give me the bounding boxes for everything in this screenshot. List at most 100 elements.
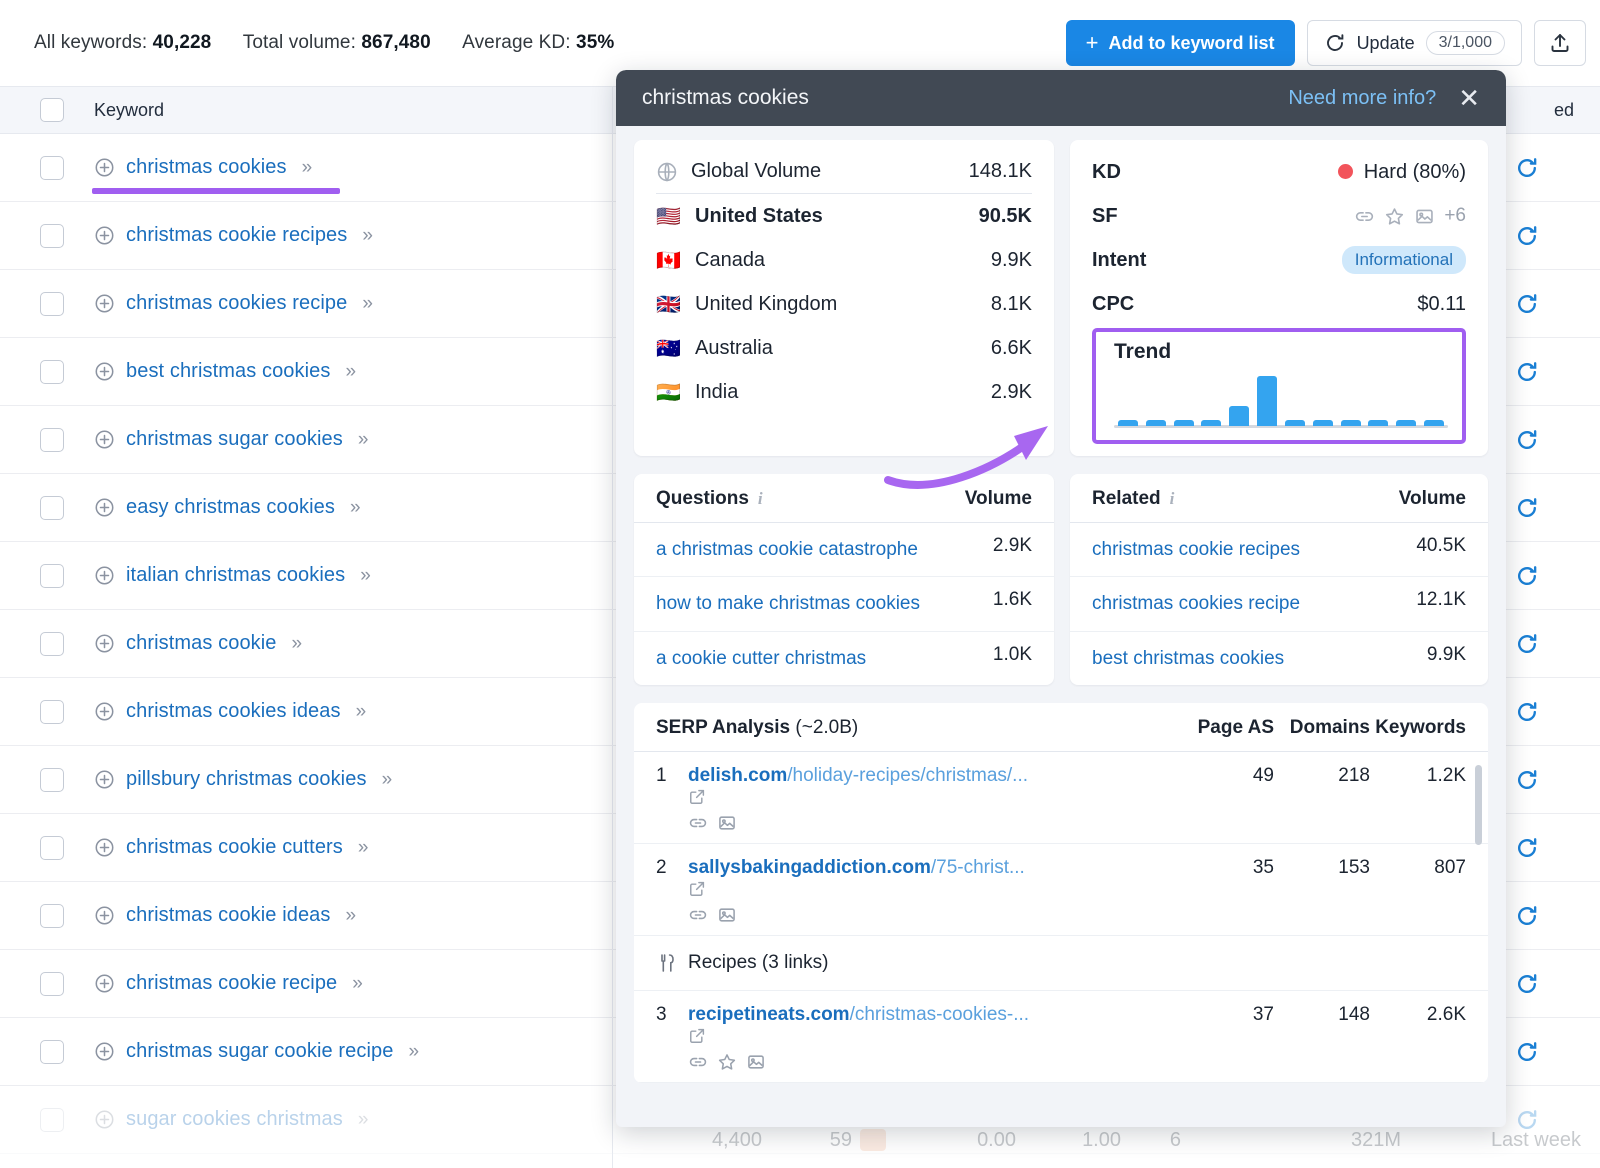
column-header-keyword[interactable]: Keyword bbox=[94, 100, 164, 121]
image-icon[interactable] bbox=[717, 905, 737, 925]
link-icon[interactable] bbox=[688, 813, 708, 833]
keyword-link[interactable]: christmas cookie recipe bbox=[126, 972, 337, 995]
list-item[interactable]: christmas cookies recipe 12.1K bbox=[1070, 577, 1488, 632]
row-refresh-icon[interactable] bbox=[1514, 835, 1540, 861]
expand-chevron-icon[interactable]: » bbox=[382, 769, 392, 791]
add-to-keyword-list-button[interactable]: + Add to keyword list bbox=[1065, 20, 1295, 66]
questions-keyword-link[interactable]: a christmas cookie catastrophe bbox=[656, 535, 993, 564]
row-checkbox[interactable] bbox=[40, 495, 64, 520]
related-keyword-link[interactable]: best christmas cookies bbox=[1092, 644, 1427, 673]
link-icon[interactable] bbox=[688, 905, 708, 925]
expand-chevron-icon[interactable]: » bbox=[358, 1109, 368, 1131]
list-item[interactable]: a cookie cutter christmas 1.0K bbox=[634, 632, 1054, 685]
row-checkbox[interactable] bbox=[40, 699, 64, 724]
keyword-link[interactable]: christmas cookie bbox=[126, 632, 277, 655]
row-checkbox[interactable] bbox=[40, 971, 64, 996]
export-button[interactable] bbox=[1534, 20, 1586, 66]
list-item[interactable]: christmas cookie recipes 40.5K bbox=[1070, 523, 1488, 578]
image-icon[interactable] bbox=[717, 813, 737, 833]
questions-keyword-link[interactable]: a cookie cutter christmas bbox=[656, 644, 993, 673]
expand-chevron-icon[interactable]: » bbox=[360, 565, 370, 587]
star-icon[interactable] bbox=[1384, 206, 1405, 227]
row-refresh-icon[interactable] bbox=[1514, 563, 1540, 589]
expand-chevron-icon[interactable]: » bbox=[356, 701, 366, 723]
add-keyword-icon[interactable] bbox=[94, 701, 115, 722]
add-keyword-icon[interactable] bbox=[94, 973, 115, 994]
row-refresh-icon[interactable] bbox=[1514, 903, 1540, 929]
expand-chevron-icon[interactable]: » bbox=[358, 429, 368, 451]
column-header-updated[interactable]: ed bbox=[1554, 100, 1574, 121]
add-keyword-icon[interactable] bbox=[94, 837, 115, 858]
keyword-link[interactable]: italian christmas cookies bbox=[126, 564, 345, 587]
row-refresh-icon[interactable] bbox=[1514, 971, 1540, 997]
add-keyword-icon[interactable] bbox=[94, 1041, 115, 1062]
keyword-link[interactable]: christmas cookie recipes bbox=[126, 224, 347, 247]
serp-result-row[interactable]: 1 delish.com/holiday-recipes/christmas/..… bbox=[634, 752, 1488, 845]
row-checkbox[interactable] bbox=[40, 563, 64, 588]
keyword-link[interactable]: christmas sugar cookies bbox=[126, 428, 343, 451]
keyword-link[interactable]: christmas sugar cookie recipe bbox=[126, 1040, 393, 1063]
row-checkbox[interactable] bbox=[40, 903, 64, 928]
select-all-checkbox[interactable] bbox=[40, 98, 64, 122]
row-checkbox[interactable] bbox=[40, 427, 64, 452]
expand-chevron-icon[interactable]: » bbox=[362, 293, 372, 315]
row-refresh-icon[interactable] bbox=[1514, 767, 1540, 793]
add-keyword-icon[interactable] bbox=[94, 905, 115, 926]
serp-result-row[interactable]: 3 recipetineats.com/christmas-cookies-...… bbox=[634, 991, 1488, 1084]
serp-path[interactable]: /holiday-recipes/christmas/... bbox=[787, 765, 1028, 786]
keyword-link[interactable]: best christmas cookies bbox=[126, 360, 331, 383]
serp-domain[interactable]: sallysbakingaddiction.com bbox=[688, 857, 931, 878]
external-link-icon[interactable] bbox=[688, 787, 1178, 806]
serp-domain[interactable]: delish.com bbox=[688, 765, 787, 786]
row-checkbox[interactable] bbox=[40, 359, 64, 384]
image-icon[interactable] bbox=[746, 1052, 766, 1072]
keyword-link[interactable]: christmas cookies recipe bbox=[126, 292, 347, 315]
add-keyword-icon[interactable] bbox=[94, 157, 115, 178]
list-item[interactable]: best christmas cookies 9.9K bbox=[1070, 632, 1488, 685]
row-refresh-icon[interactable] bbox=[1514, 427, 1540, 453]
row-refresh-icon[interactable] bbox=[1514, 155, 1540, 181]
questions-keyword-link[interactable]: how to make christmas cookies bbox=[656, 589, 993, 618]
serp-path[interactable]: /christmas-cookies-... bbox=[850, 1004, 1029, 1025]
related-keyword-link[interactable]: christmas cookies recipe bbox=[1092, 589, 1416, 618]
keyword-link[interactable]: christmas cookies bbox=[126, 156, 287, 179]
add-keyword-icon[interactable] bbox=[94, 361, 115, 382]
add-keyword-icon[interactable] bbox=[94, 225, 115, 246]
row-checkbox[interactable] bbox=[40, 291, 64, 316]
info-icon[interactable]: i bbox=[758, 489, 763, 509]
keyword-link[interactable]: easy christmas cookies bbox=[126, 496, 335, 519]
expand-chevron-icon[interactable]: » bbox=[350, 497, 360, 519]
expand-chevron-icon[interactable]: » bbox=[352, 973, 362, 995]
serp-scrollbar[interactable] bbox=[1475, 765, 1482, 846]
keyword-link[interactable]: sugar cookies christmas bbox=[126, 1108, 343, 1131]
external-link-icon[interactable] bbox=[688, 1026, 1178, 1045]
update-button[interactable]: Update 3/1,000 bbox=[1306, 20, 1522, 66]
add-keyword-icon[interactable] bbox=[94, 497, 115, 518]
add-keyword-icon[interactable] bbox=[94, 769, 115, 790]
add-keyword-icon[interactable] bbox=[94, 633, 115, 654]
expand-chevron-icon[interactable]: » bbox=[362, 225, 372, 247]
list-item[interactable]: how to make christmas cookies 1.6K bbox=[634, 577, 1054, 632]
expand-chevron-icon[interactable]: » bbox=[292, 633, 302, 655]
link-icon[interactable] bbox=[688, 1052, 708, 1072]
add-keyword-icon[interactable] bbox=[94, 293, 115, 314]
row-checkbox[interactable] bbox=[40, 223, 64, 248]
add-keyword-icon[interactable] bbox=[94, 429, 115, 450]
row-refresh-icon[interactable] bbox=[1514, 495, 1540, 521]
expand-chevron-icon[interactable]: » bbox=[358, 837, 368, 859]
list-item[interactable]: a christmas cookie catastrophe 2.9K bbox=[634, 523, 1054, 578]
keyword-link[interactable]: christmas cookie ideas bbox=[126, 904, 331, 927]
row-checkbox[interactable] bbox=[40, 1039, 64, 1064]
row-refresh-icon[interactable] bbox=[1514, 1039, 1540, 1065]
row-refresh-icon[interactable] bbox=[1514, 291, 1540, 317]
row-checkbox[interactable] bbox=[40, 155, 64, 180]
serp-domain[interactable]: recipetineats.com bbox=[688, 1004, 850, 1025]
external-link-icon[interactable] bbox=[688, 879, 1178, 898]
link-icon[interactable] bbox=[1354, 206, 1375, 227]
info-icon[interactable]: i bbox=[1170, 489, 1175, 509]
image-icon[interactable] bbox=[1414, 206, 1435, 227]
row-refresh-icon[interactable] bbox=[1514, 223, 1540, 249]
expand-chevron-icon[interactable]: » bbox=[302, 157, 312, 179]
serp-path[interactable]: /75-christ... bbox=[931, 857, 1025, 878]
row-checkbox[interactable] bbox=[40, 767, 64, 792]
